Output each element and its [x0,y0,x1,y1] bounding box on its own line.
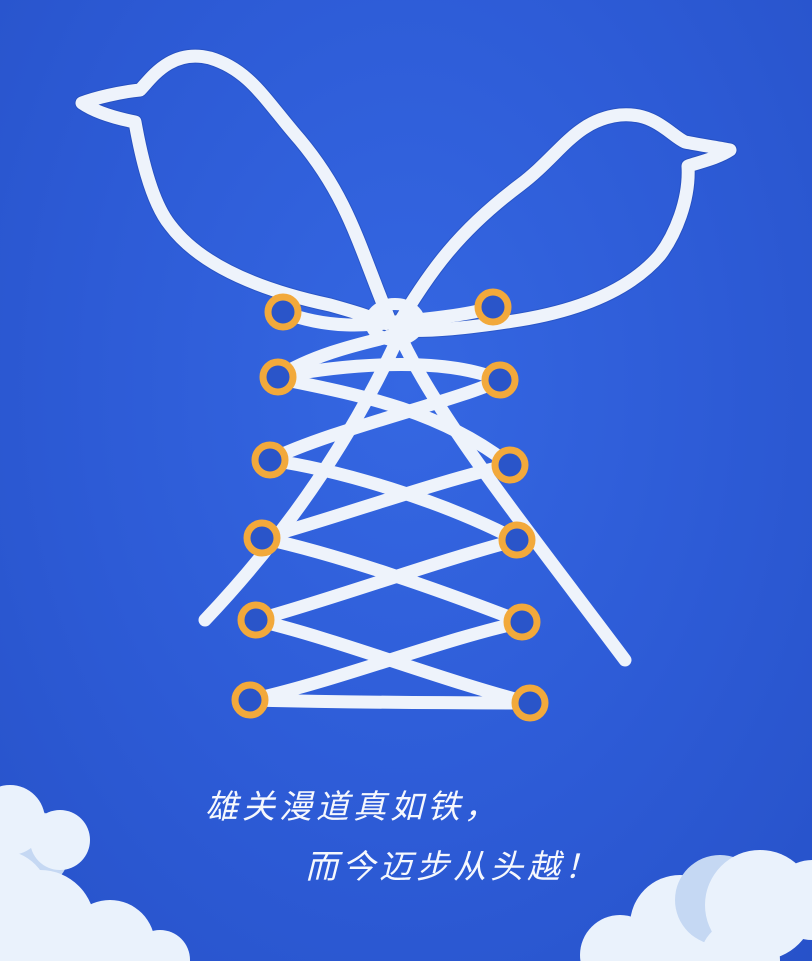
eyelet [498,521,536,559]
left-cloud [0,785,190,961]
eyelet [511,684,549,722]
eyelet [243,519,281,557]
eyelet [237,601,275,639]
poem-line-1: 雄关漫道真如铁， [205,787,501,826]
left-bird-loop [74,48,400,334]
eyelet [503,603,541,641]
eyelet [251,441,289,479]
poster: 雄关漫道真如铁， 而今迈步从头越！ [0,0,812,961]
eyelet [474,288,512,326]
eyelet [264,293,302,331]
poem-line-2: 而今迈步从头越！ [305,847,601,886]
eyelet [481,361,519,399]
right-cloud [580,850,812,961]
eyelet [491,446,529,484]
eyelet [259,358,297,396]
right-bird-loop [387,107,738,339]
eyelet [231,681,269,719]
